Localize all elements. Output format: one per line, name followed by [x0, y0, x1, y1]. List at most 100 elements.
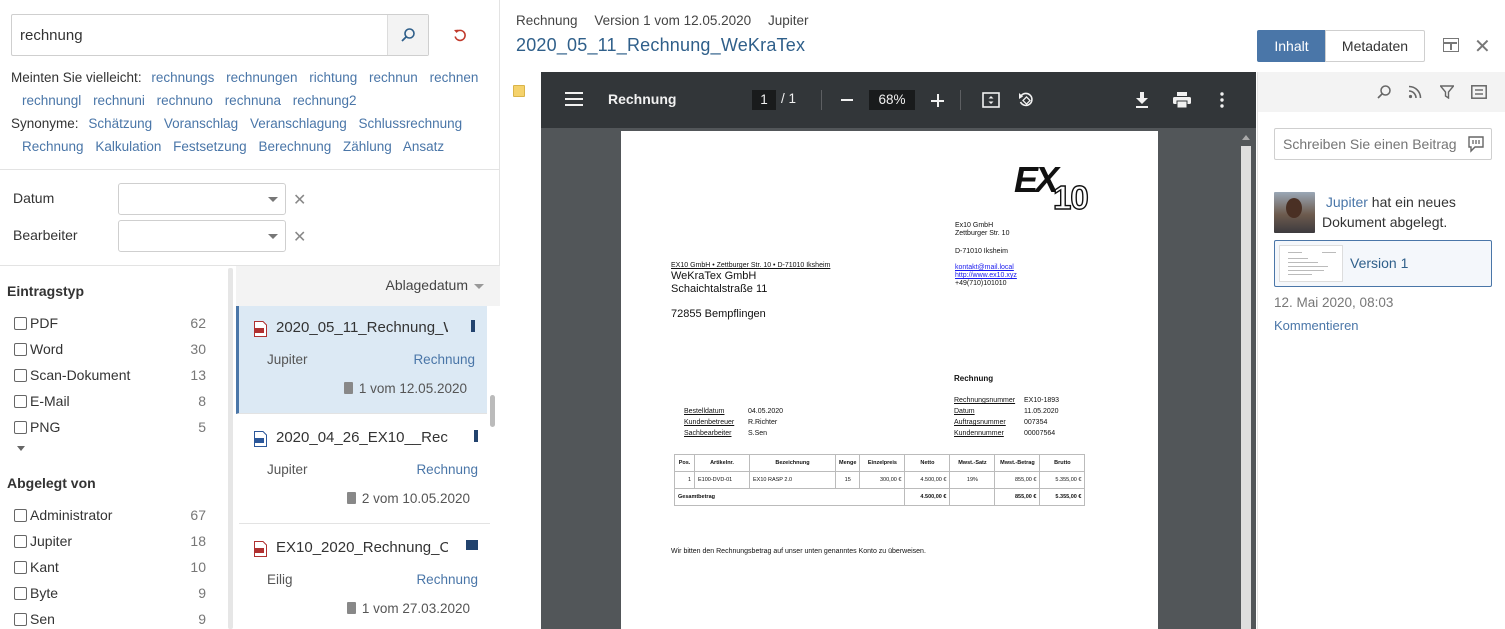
result-item[interactable]: 2020_04_26_EX10__Rech Jupiter Rechnung 2… [239, 416, 490, 524]
layout-icon[interactable] [1443, 38, 1459, 52]
facet-item[interactable]: Kant 10 [14, 559, 206, 579]
zoom-level[interactable]: 68% [869, 90, 915, 110]
meta-label: Kundennummer [954, 430, 1004, 437]
pdf-page: EX 10 Ex10 GmbH Zettburger Str. 10 D-710… [621, 131, 1158, 629]
date-filter-label: Datum [13, 190, 55, 206]
checkbox[interactable] [14, 421, 27, 434]
facet-item[interactable]: Byte 9 [14, 585, 206, 605]
more-options-icon[interactable] [1211, 89, 1233, 111]
search-input[interactable] [12, 15, 388, 55]
menu-icon[interactable] [565, 92, 583, 106]
result-item[interactable]: 2020_05_11_Rechnung_W Jupiter Rechnung 1… [236, 306, 487, 414]
facet-item[interactable]: Jupiter 18 [14, 533, 206, 553]
suggestion-link[interactable]: rechnun [369, 70, 418, 85]
synonym-link[interactable]: Ansatz [403, 139, 444, 154]
sort-dropdown[interactable]: Ablagedatum [236, 266, 500, 306]
checkbox[interactable] [14, 369, 27, 382]
comment-icon[interactable] [1467, 135, 1485, 153]
result-type: Rechnung [416, 572, 478, 587]
facet-item[interactable]: Administrator 67 [14, 507, 206, 527]
company-mail-link[interactable]: kontakt@mail.local [955, 264, 1014, 271]
synonym-link[interactable]: Schlussrechnung [359, 116, 463, 131]
tab-metadata[interactable]: Metadaten [1325, 30, 1425, 62]
suggestion-link[interactable]: rechnuna [225, 93, 281, 108]
checkbox[interactable] [14, 395, 27, 408]
date-filter-select[interactable] [118, 183, 286, 215]
zoom-out-button[interactable] [841, 99, 853, 101]
page-number-input[interactable]: 1 [752, 90, 776, 110]
download-icon[interactable] [1131, 89, 1153, 111]
editor-filter-select[interactable] [118, 220, 286, 252]
synonym-link[interactable]: Kalkulation [95, 139, 161, 154]
checkbox[interactable] [14, 509, 27, 522]
synonym-link[interactable]: Zählung [343, 139, 392, 154]
result-author: Jupiter [267, 352, 308, 367]
facet-item[interactable]: E-Mail 8 [14, 393, 206, 413]
meta-value: 00007564 [1024, 430, 1056, 437]
tab-content[interactable]: Inhalt [1257, 30, 1326, 62]
close-icon[interactable]: ✕ [1474, 34, 1491, 59]
comment-link[interactable]: Kommentieren [1274, 318, 1359, 333]
clear-editor-filter-button[interactable]: ✕ [293, 227, 306, 247]
print-icon[interactable] [1171, 89, 1193, 111]
suggestion-link[interactable]: rechnen [430, 70, 479, 85]
synonym-link[interactable]: Voranschlag [164, 116, 238, 131]
list-view-icon[interactable] [1470, 83, 1488, 101]
meta-value: 11.05.2020 [1024, 408, 1059, 415]
facet-title-filed-by: Abgelegt von [7, 475, 96, 491]
suggestion-link[interactable]: rechnungl [22, 93, 81, 108]
synonyms-row-2: Rechnung Kalkulation Festsetzung Berechn… [22, 139, 452, 154]
suggestion-link[interactable]: rechnuni [93, 93, 145, 108]
checkbox[interactable] [14, 561, 27, 574]
synonym-link[interactable]: Schätzung [88, 116, 152, 131]
suggestion-link[interactable]: rechnung2 [293, 93, 357, 108]
zoom-in-button[interactable] [931, 94, 944, 107]
fit-page-icon[interactable] [980, 89, 1002, 111]
post-input[interactable] [1275, 129, 1465, 159]
company-name: Ex10 GmbH [955, 222, 994, 229]
search-panel: Meinten Sie vielleicht: rechnungs rechnu… [0, 0, 500, 629]
checkbox[interactable] [14, 343, 27, 356]
facet-item[interactable]: PDF 62 [14, 315, 206, 335]
facets-scrollbar[interactable] [228, 268, 233, 629]
results-scrollbar[interactable] [490, 395, 495, 427]
version-card[interactable]: Version 1 [1274, 240, 1492, 287]
facet-item[interactable]: PNG 5 [14, 419, 206, 439]
undo-icon [454, 29, 466, 42]
facet-item[interactable]: Sen 9 [14, 611, 206, 629]
suggestion-link[interactable]: rechnuno [157, 93, 213, 108]
reset-search-button[interactable] [449, 24, 471, 46]
invoice-table: Pos. Artikelnr. Bezeichnung Menge Einzel… [673, 454, 1086, 506]
breadcrumb: Rechnung Version 1 vom 12.05.2020 Jupite… [516, 13, 821, 28]
filter-icon[interactable] [1438, 83, 1456, 101]
recipient-street: Schaichtalstraße 11 [671, 283, 768, 295]
synonym-link[interactable]: Festsetzung [173, 139, 247, 154]
activity-user-link[interactable]: Jupiter [1326, 194, 1368, 210]
expand-more-icon[interactable] [17, 446, 25, 451]
synonym-link[interactable]: Berechnung [258, 139, 331, 154]
checkbox[interactable] [14, 535, 27, 548]
rss-feed-icon[interactable] [1406, 83, 1424, 101]
clear-date-filter-button[interactable]: ✕ [293, 190, 306, 210]
suggestion-link[interactable]: richtung [309, 70, 357, 85]
synonym-link[interactable]: Veranschlagung [250, 116, 347, 131]
checkbox[interactable] [14, 317, 27, 330]
search-button[interactable] [387, 15, 428, 55]
checkbox[interactable] [14, 587, 27, 600]
checkbox[interactable] [14, 613, 27, 626]
facet-item[interactable]: Word 30 [14, 341, 206, 361]
sticky-note-icon[interactable] [513, 85, 525, 97]
synonym-link[interactable]: Rechnung [22, 139, 84, 154]
pdf-scrollbar[interactable] [1241, 146, 1251, 629]
rotate-icon[interactable] [1015, 89, 1037, 111]
company-web-link[interactable]: http://www.ex10.xyz [955, 272, 1017, 279]
suggestion-link[interactable]: rechnungs [151, 70, 214, 85]
result-item[interactable]: EX10_2020_Rechnung_Cor Eilig Rechnung 1 … [239, 526, 490, 629]
search-icon [401, 28, 415, 42]
recipient-city: 72855 Bempflingen [671, 308, 766, 320]
suggestion-link[interactable]: rechnungen [226, 70, 297, 85]
search-icon[interactable] [1375, 83, 1393, 101]
facet-item[interactable]: Scan-Dokument 13 [14, 367, 206, 387]
status-marker [466, 540, 478, 550]
scroll-up-icon[interactable] [1241, 132, 1251, 144]
